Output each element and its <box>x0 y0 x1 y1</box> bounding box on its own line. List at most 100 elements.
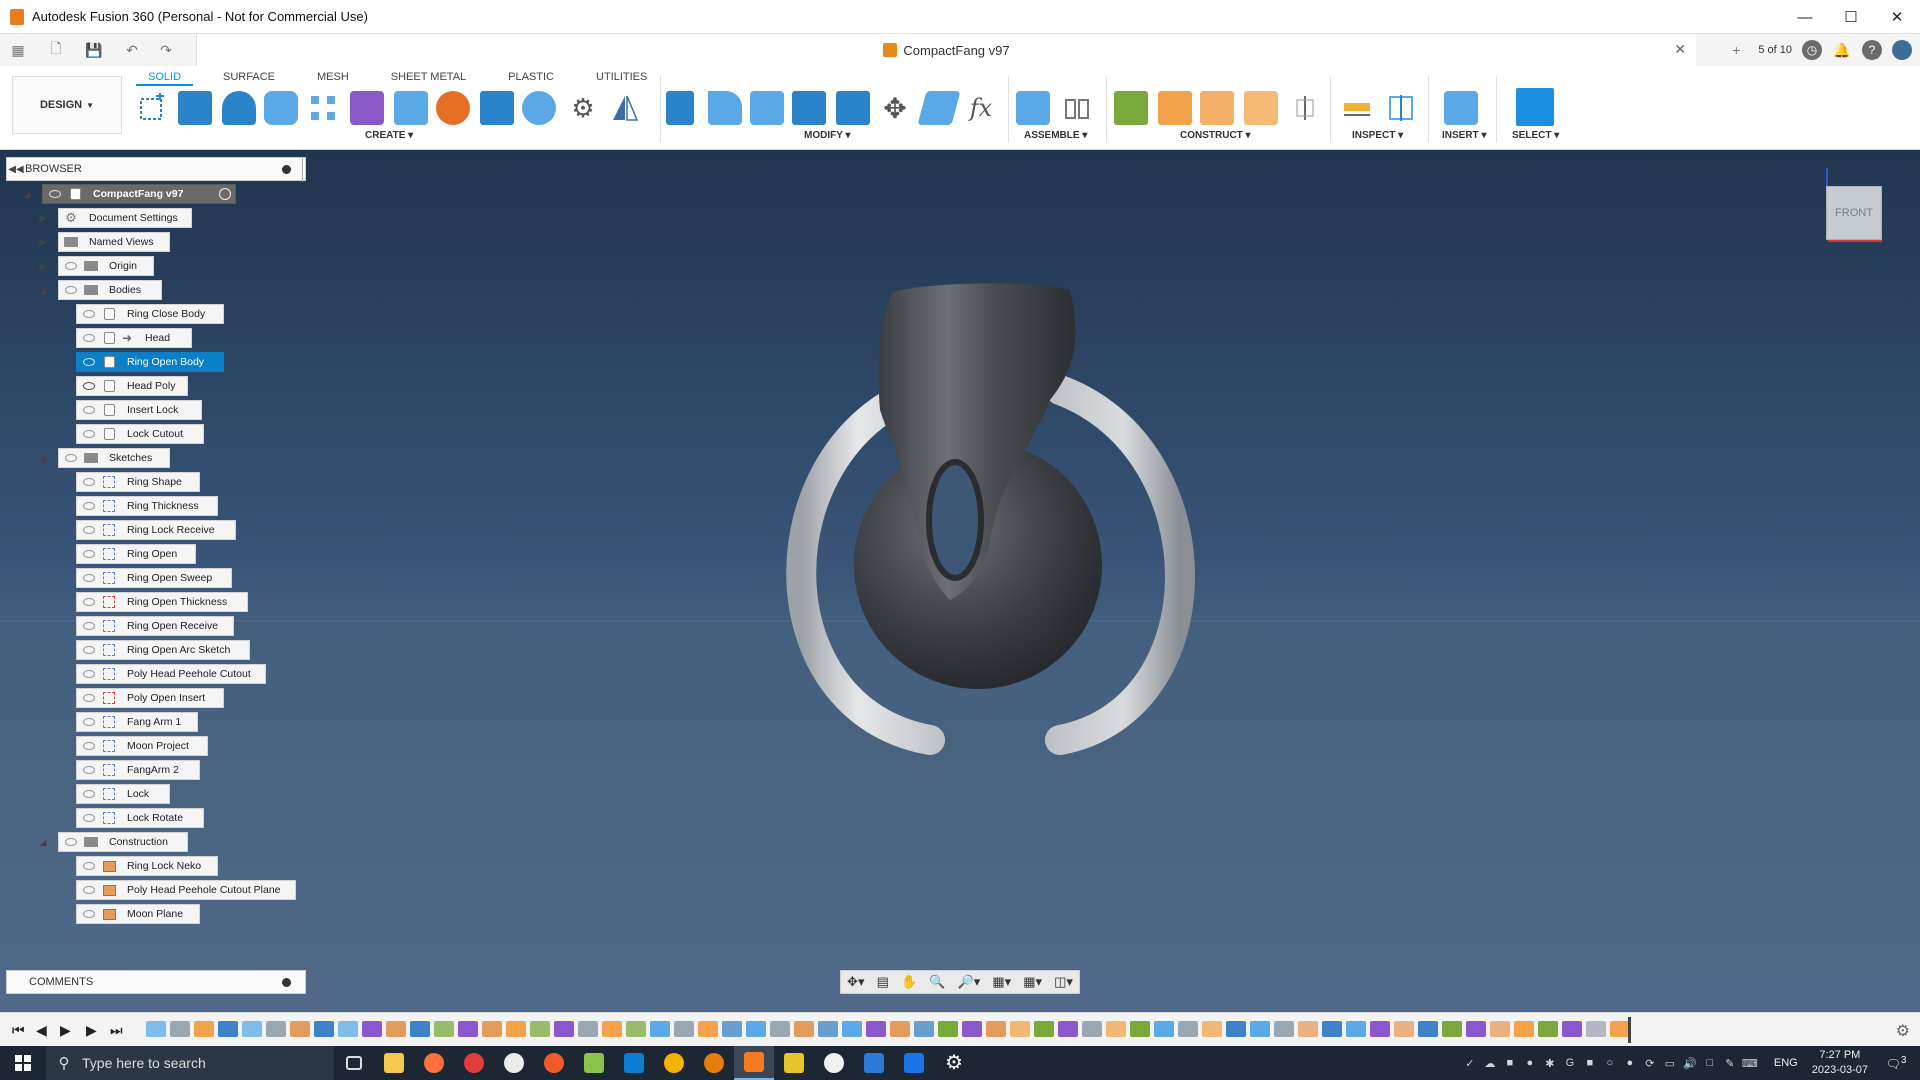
close-tab-icon[interactable]: ✕ <box>1674 41 1686 58</box>
collapse-arrow-icon[interactable]: ◢ <box>38 837 48 847</box>
timeline-feature[interactable] <box>1010 1021 1030 1037</box>
tray-cloud-icon[interactable]: ☁ <box>1480 1056 1500 1070</box>
align-icon[interactable] <box>917 91 961 125</box>
visibility-eye-icon[interactable] <box>81 740 97 752</box>
visibility-eye-icon[interactable] <box>81 476 97 488</box>
visibility-eye-icon[interactable] <box>81 356 97 368</box>
measure-icon[interactable] <box>1340 91 1374 125</box>
tray-zoom-icon[interactable]: ○ <box>1600 1056 1620 1070</box>
timeline-feature[interactable] <box>218 1021 238 1037</box>
round-app-icon[interactable] <box>814 1046 854 1080</box>
joint-icon[interactable] <box>1060 91 1094 125</box>
construction-plane-item[interactable]: Moon Plane <box>76 904 200 924</box>
tray-google-icon[interactable]: G <box>1560 1056 1580 1070</box>
visibility-eye-icon[interactable] <box>81 620 97 632</box>
tray-volume-icon[interactable]: 🔊 <box>1680 1056 1700 1070</box>
timeline-feature[interactable] <box>1226 1021 1246 1037</box>
visibility-eye-icon[interactable] <box>81 380 97 392</box>
new-component-icon[interactable] <box>1016 91 1050 125</box>
version-counter[interactable]: 5 of 10 <box>1758 44 1792 56</box>
comments-panel-header[interactable]: COMMENTS <box>6 970 306 994</box>
tray-record-icon[interactable]: ● <box>1620 1056 1640 1070</box>
sketch-item[interactable]: Ring Lock Receive <box>76 520 236 540</box>
timeline-feature[interactable] <box>794 1021 814 1037</box>
visibility-eye-icon[interactable] <box>63 284 79 296</box>
visibility-eye-icon[interactable] <box>81 908 97 920</box>
timeline-feature[interactable] <box>554 1021 574 1037</box>
timeline-feature[interactable] <box>1130 1021 1150 1037</box>
timeline-feature[interactable] <box>1442 1021 1462 1037</box>
visibility-eye-icon[interactable] <box>63 260 79 272</box>
browser-panel-header[interactable]: ◀◀ BROWSER <box>6 157 306 182</box>
tray-red-app-icon[interactable]: ■ <box>1580 1056 1600 1070</box>
timeline-feature[interactable] <box>1538 1021 1558 1037</box>
offset-plane-icon[interactable] <box>1114 91 1148 125</box>
expand-arrow-icon[interactable]: ▶ <box>38 261 48 271</box>
add-comment-icon[interactable] <box>282 978 291 987</box>
timeline-feature[interactable] <box>890 1021 910 1037</box>
activate-radio-icon[interactable] <box>219 188 231 200</box>
create-menu[interactable]: CREATE ▾ <box>365 130 413 141</box>
sketch-item[interactable]: Poly Open Insert <box>76 688 224 708</box>
look-at-icon[interactable]: ▤ <box>877 974 889 990</box>
chrome-icon[interactable] <box>654 1046 694 1080</box>
visibility-eye-icon[interactable] <box>81 308 97 320</box>
close-window-button[interactable]: ✕ <box>1874 0 1920 34</box>
go-to-end-icon[interactable]: ⏭ <box>110 1022 123 1039</box>
split-body-icon[interactable] <box>836 91 870 125</box>
body-item[interactable]: Lock Cutout <box>76 424 204 444</box>
construct-menu[interactable]: CONSTRUCT ▾ <box>1180 130 1251 141</box>
visibility-eye-icon[interactable] <box>81 572 97 584</box>
body-item[interactable]: Insert Lock <box>76 400 202 420</box>
timeline-feature[interactable] <box>578 1021 598 1037</box>
timeline-feature[interactable] <box>1322 1021 1342 1037</box>
extrude-icon[interactable] <box>178 91 212 125</box>
clock[interactable]: 7:27 PM 2023-03-07 <box>1812 1048 1868 1078</box>
settings-gear-icon[interactable]: ⚙ <box>934 1046 974 1080</box>
timeline-feature[interactable] <box>1394 1021 1414 1037</box>
panel-resize-handle[interactable] <box>302 158 306 182</box>
form-icon[interactable] <box>350 91 384 125</box>
expand-arrow-icon[interactable]: ▶ <box>38 213 48 223</box>
collapse-arrow-icon[interactable]: ◢ <box>38 453 48 463</box>
visibility-eye-icon[interactable] <box>81 860 97 872</box>
step-forward-icon[interactable]: ▶ <box>86 1022 97 1039</box>
timeline-feature[interactable] <box>698 1021 718 1037</box>
construction-plane-item[interactable]: Ring Lock Neko <box>76 856 218 876</box>
redo-icon[interactable]: ↷ <box>154 38 178 62</box>
folder-sketches[interactable]: Sketches <box>58 448 170 468</box>
display-settings-icon[interactable]: ▦▾ <box>992 974 1011 990</box>
body-item[interactable]: Ring Close Body <box>76 304 224 324</box>
go-to-start-icon[interactable]: ⏮ <box>12 1022 25 1039</box>
timeline-feature[interactable] <box>290 1021 310 1037</box>
tray-sync-icon[interactable]: ⟳ <box>1640 1056 1660 1070</box>
timeline-feature[interactable] <box>938 1021 958 1037</box>
timeline-feature[interactable] <box>170 1021 190 1037</box>
shell-icon[interactable] <box>792 91 826 125</box>
timeline-feature[interactable] <box>746 1021 766 1037</box>
timeline-feature[interactable] <box>1466 1021 1486 1037</box>
visibility-eye-icon[interactable] <box>63 452 79 464</box>
file-explorer-icon[interactable] <box>374 1046 414 1080</box>
collapse-panel-icon[interactable]: ◀◀ <box>7 164 25 175</box>
data-panel-grid-icon[interactable]: ▦ <box>6 38 30 62</box>
viewports-icon[interactable]: ◫▾ <box>1054 974 1073 990</box>
timeline-feature[interactable] <box>1514 1021 1534 1037</box>
tray-bluetooth-icon[interactable]: ✱ <box>1540 1056 1560 1070</box>
record-app-icon[interactable] <box>454 1046 494 1080</box>
timeline-feature[interactable] <box>482 1021 502 1037</box>
visibility-eye-icon[interactable] <box>63 836 79 848</box>
cylinder-icon[interactable] <box>522 91 556 125</box>
undo-icon[interactable]: ↶ <box>120 38 144 62</box>
collapse-arrow-icon[interactable]: ◢ <box>22 189 32 199</box>
firefox-icon[interactable] <box>414 1046 454 1080</box>
sweep-icon[interactable] <box>264 91 298 125</box>
timeline-feature[interactable] <box>266 1021 286 1037</box>
box-icon[interactable] <box>480 91 514 125</box>
sketch-item[interactable]: Lock Rotate <box>76 808 204 828</box>
sketch-item[interactable]: Fang Arm 1 <box>76 712 198 732</box>
timeline-feature[interactable] <box>602 1021 622 1037</box>
timeline-feature[interactable] <box>842 1021 862 1037</box>
timeline-feature[interactable] <box>1058 1021 1078 1037</box>
timeline-settings-gear-icon[interactable]: ⚙ <box>1896 1021 1910 1041</box>
